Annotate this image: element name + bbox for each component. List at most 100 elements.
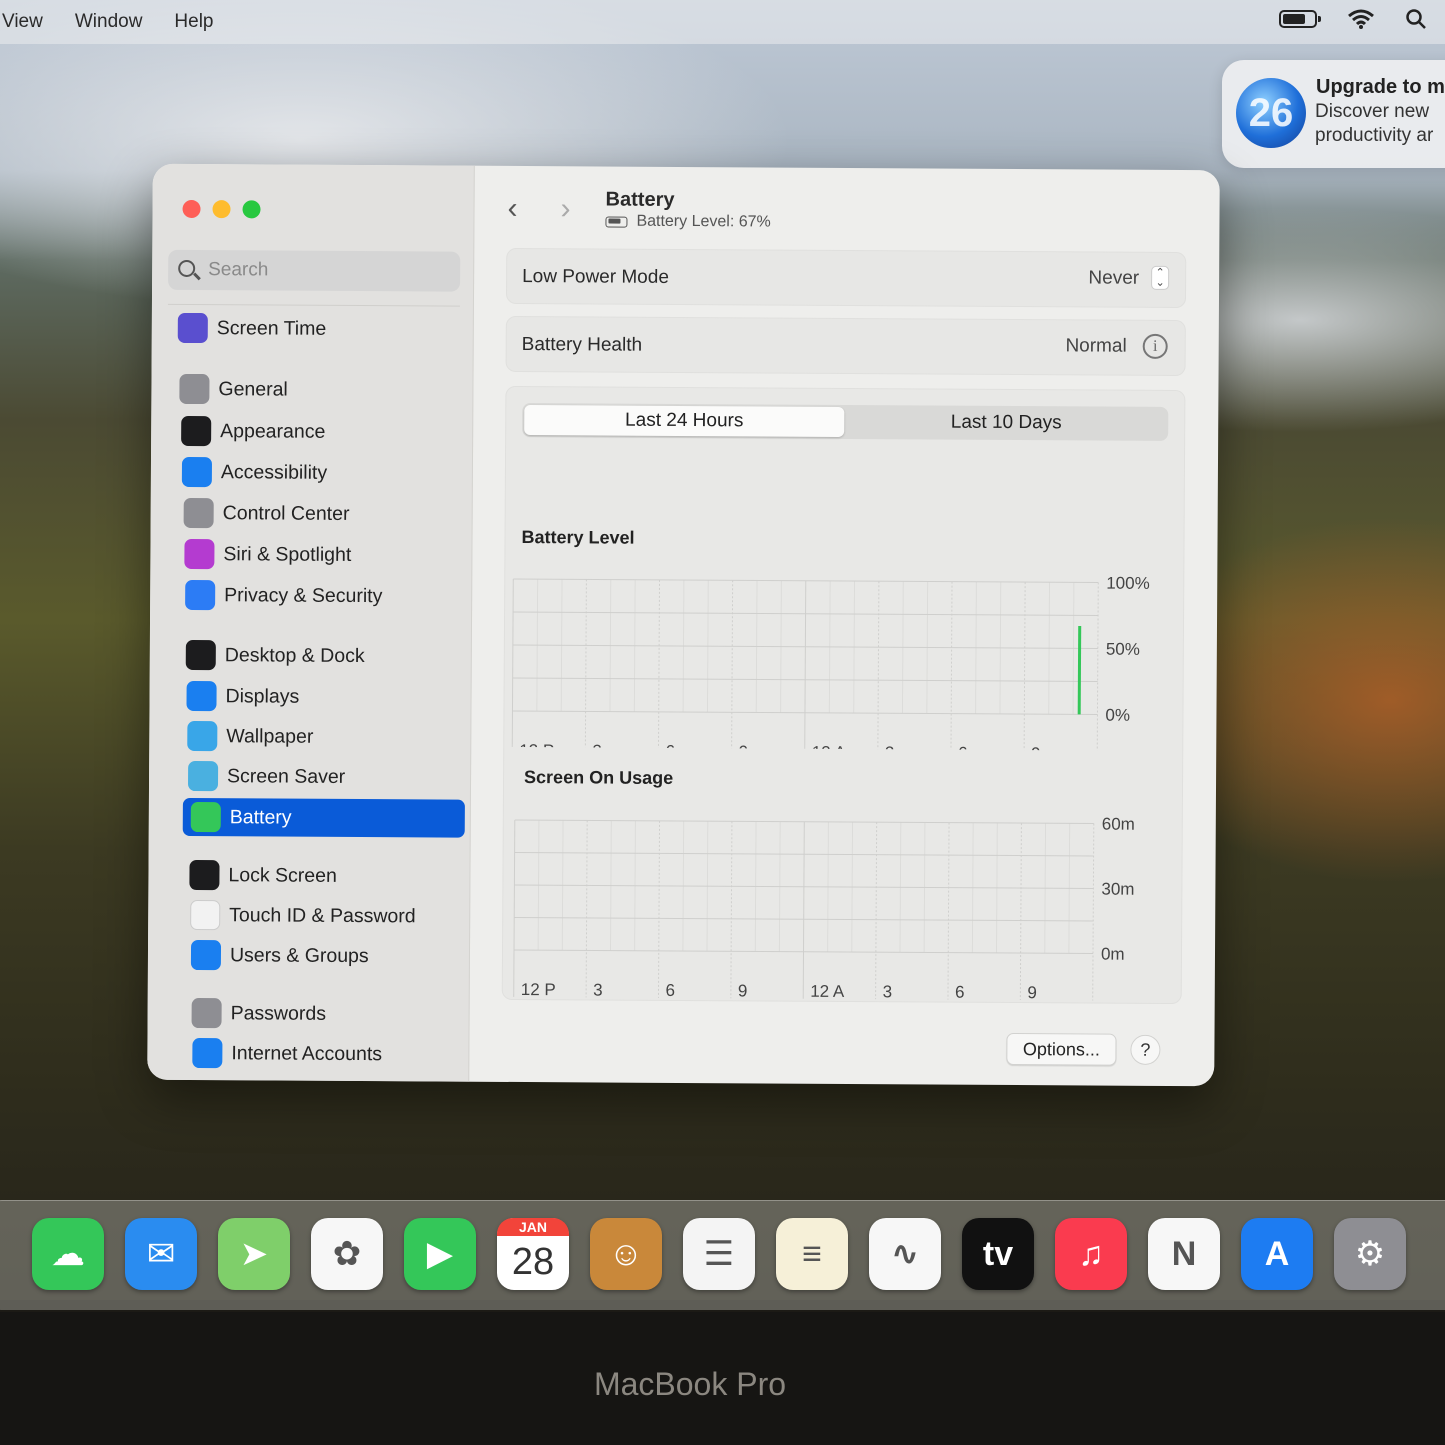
y-tick-label: 50% [1106, 640, 1140, 659]
sidebar-item-displays[interactable]: Displays [186, 677, 478, 717]
info-icon[interactable]: i [1142, 333, 1168, 359]
sidebar-item-label: Battery [229, 805, 292, 829]
tab-last-10-days[interactable]: Last 10 Days [846, 407, 1166, 439]
mail-icon[interactable]: ✉ [125, 1218, 197, 1290]
search-icon [178, 259, 196, 278]
page-title: Battery [605, 188, 675, 211]
x-tick-label: 9 [1031, 744, 1041, 751]
sidebar-item-general[interactable]: General [179, 370, 471, 410]
grid-line-vertical [802, 821, 805, 1001]
grid-line-vertical [950, 581, 953, 751]
sidebar-item-wallpaper[interactable]: Wallpaper [187, 717, 479, 757]
reminders-icon[interactable]: ☰ [683, 1218, 755, 1290]
sidebar-item-label: Lock Screen [228, 863, 337, 887]
sidebar-item-accessibility[interactable]: Accessibility [181, 453, 474, 493]
battery-icon [605, 216, 628, 228]
forward-button[interactable]: › [560, 192, 570, 226]
time-range-control: Last 24 Hours Last 10 Days [522, 403, 1169, 441]
low-power-mode-select[interactable]: Never [1088, 267, 1139, 289]
battery-icon [190, 801, 221, 833]
x-tick-label: 3 [593, 980, 603, 999]
grid-line-vertical [1019, 823, 1022, 1001]
sidebar-item-screen-saver[interactable]: Screen Saver [187, 757, 480, 797]
sidebar-item-label: General [218, 377, 288, 401]
x-tick-label: 12 A [810, 982, 845, 1001]
freeform-icon[interactable]: ∿ [869, 1218, 941, 1290]
photos-icon[interactable]: ✿ [311, 1218, 383, 1290]
notification-line-2: productivity ar [1315, 125, 1434, 146]
grid-line-vertical [731, 580, 734, 751]
contacts-icon[interactable]: ☺ [590, 1218, 662, 1290]
sidebar-item-label: Passwords [230, 1001, 327, 1025]
sidebar-item-desktop-dock[interactable]: Desktop & Dock [185, 636, 478, 676]
menu-view[interactable]: View [2, 11, 43, 33]
wifi-icon[interactable] [1347, 8, 1375, 30]
minimize-window-button[interactable] [212, 200, 231, 219]
sidebar-item-touch-id-password[interactable]: Touch ID & Password [190, 896, 482, 936]
x-tick-label: 6 [665, 742, 675, 751]
sidebar-item-users-groups[interactable]: Users & Groups [190, 936, 483, 976]
back-button[interactable]: ‹ [507, 192, 517, 226]
x-tick-label: 3 [883, 982, 893, 1001]
help-button[interactable]: ? [1130, 1034, 1161, 1065]
facetime-icon[interactable]: ▶ [404, 1218, 476, 1290]
news-icon[interactable]: N [1148, 1218, 1220, 1290]
sidebar-item-label: Privacy & Security [224, 583, 383, 607]
grid-line-vertical [657, 820, 661, 1001]
sidebar-item-label: Desktop & Dock [224, 643, 365, 667]
options-button[interactable]: Options... [1006, 1032, 1117, 1066]
x-tick-label: 6 [665, 981, 675, 1000]
battery-health-row: Battery Health Normal i [505, 315, 1186, 377]
sidebar-item-lock-screen[interactable]: Lock Screen [189, 856, 481, 896]
music-icon[interactable]: ♫ [1055, 1218, 1127, 1290]
app-store-icon[interactable]: A [1241, 1218, 1313, 1290]
menu-window[interactable]: Window [75, 11, 143, 33]
tab-last-24-hours[interactable]: Last 24 Hours [524, 405, 845, 437]
system-settings-icon[interactable]: ⚙ [1334, 1218, 1406, 1290]
sidebar-item-screen-time[interactable]: Screen Time [177, 309, 470, 349]
mail-glyph: ✉ [146, 1235, 176, 1273]
spotlight-search-icon[interactable] [1405, 8, 1427, 30]
grid-line-vertical [513, 819, 516, 1000]
sidebar-item-privacy-security[interactable]: Privacy & Security [185, 576, 477, 616]
accessibility-icon [181, 456, 213, 488]
sidebar-item-passwords[interactable]: Passwords [191, 994, 484, 1034]
calendar-month: JAN [497, 1218, 569, 1236]
sidebar-item-siri-spotlight[interactable]: Siri & Spotlight [184, 535, 476, 575]
sidebar-item-control-center[interactable]: Control Center [183, 494, 476, 534]
messages-icon[interactable]: ☁ [32, 1218, 104, 1290]
x-tick-label: 3 [885, 743, 895, 751]
users-icon [190, 939, 222, 971]
screen-on-usage-chart: 60m30m0m12 P36912 A369Jan 27Jan 28 [513, 815, 1135, 1001]
upgrade-notification[interactable]: 26 Upgrade to m Discover new productivit… [1222, 60, 1445, 168]
sidebar-item-label: Screen Saver [227, 764, 346, 788]
sidebar-item-battery[interactable]: Battery [182, 797, 465, 838]
apple-tv-icon[interactable]: tv [962, 1218, 1034, 1290]
x-tick-label: 6 [958, 744, 968, 751]
maps-icon[interactable]: ➤ [218, 1218, 290, 1290]
menu-help[interactable]: Help [174, 11, 213, 33]
notes-glyph: ≡ [802, 1234, 822, 1273]
sidebar-item-appearance[interactable]: Appearance [181, 412, 473, 452]
sidebar-item-label: Users & Groups [229, 943, 369, 967]
grid-line-vertical [584, 579, 587, 751]
search-field[interactable]: Search [168, 249, 461, 292]
battery-status-icon[interactable] [1279, 10, 1321, 28]
chevron-updown-icon[interactable]: ⌃ ⌄ [1151, 265, 1170, 290]
key-icon [191, 998, 222, 1029]
close-window-button[interactable] [182, 199, 201, 219]
sidebar-item-label: Control Center [222, 501, 350, 525]
grid-line-vertical [875, 822, 878, 1001]
y-tick-label: 0m [1101, 945, 1125, 964]
macos-upgrade-icon: 26 [1236, 78, 1306, 148]
maps-glyph: ➤ [239, 1235, 269, 1273]
x-tick-label: 9 [739, 742, 749, 751]
sidebar-item-internet-accounts[interactable]: Internet Accounts [192, 1034, 484, 1074]
zoom-window-button[interactable] [242, 200, 261, 219]
search-placeholder: Search [208, 259, 269, 281]
sidebar-item-label: Siri & Spotlight [223, 542, 352, 566]
lock-icon [189, 859, 220, 891]
calendar-icon[interactable]: JAN 28 [497, 1218, 569, 1290]
notes-icon[interactable]: ≡ [776, 1218, 848, 1290]
battery-health-label: Battery Health [521, 334, 643, 356]
